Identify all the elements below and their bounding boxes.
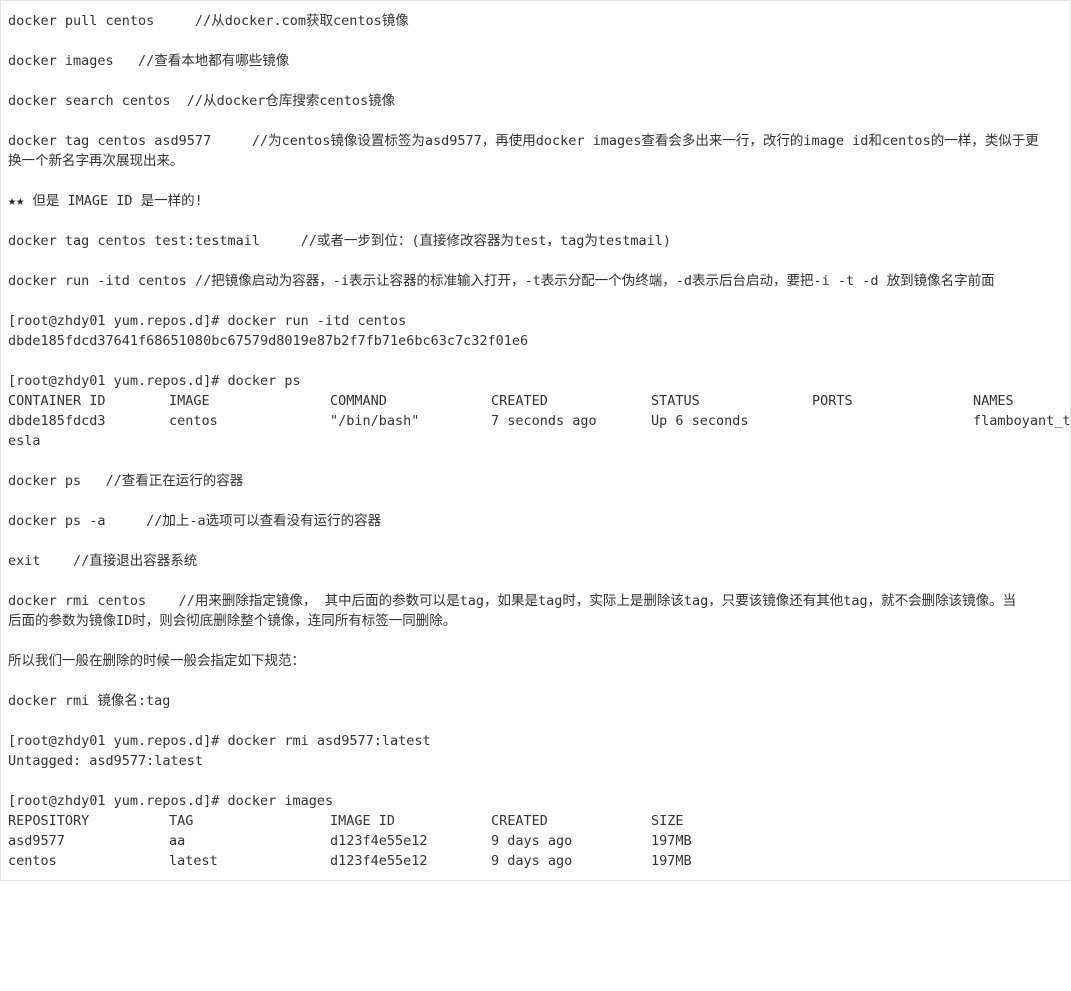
table-row: centos latest d123f4e55e12 9 days ago 19… [8,851,1070,871]
terminal-line: [root@zhdy01 yum.repos.d]# docker images [8,793,334,809]
table-header-cell: NAMES [973,393,1014,409]
star-icon: ★★ [8,193,25,209]
table-cell: d123f4e55e12 [330,833,428,849]
table-header-cell: COMMAND [330,393,387,409]
terminal-line: [root@zhdy01 yum.repos.d]# docker ps [8,373,301,389]
terminal-line: esla [8,433,41,449]
text-line: docker run -itd centos //把镜像启动为容器，-i表示让容… [8,273,995,289]
table-cell: 9 days ago [491,833,573,849]
text-line: docker rmi 镜像名:tag [8,693,171,709]
text-line: docker tag centos test:testmail //或者一步到位… [8,233,672,249]
table-cell: "/bin/bash" [330,413,420,429]
table-cell: 7 seconds ago [491,413,597,429]
table-header-cell: SIZE [651,813,684,829]
table-cell: aa [169,833,186,849]
terminal-line: [root@zhdy01 yum.repos.d]# docker rmi as… [8,733,431,749]
table-header-cell: CREATED [491,813,548,829]
note-text: 但是 IMAGE ID 是一样的! [24,193,203,209]
table-header-cell: REPOSITORY [8,813,90,829]
text-line: exit //直接退出容器系统 [8,553,198,569]
table-header-cell: TAG [169,813,194,829]
table-cell: d123f4e55e12 [330,853,428,869]
table-cell: dbde185fdcd3 [8,413,106,429]
table-row: asd9577 aa d123f4e55e12 9 days ago 197MB [8,831,1070,851]
table-cell: latest [169,853,218,869]
table-header-cell: STATUS [651,393,700,409]
table-cell: centos [169,413,218,429]
table-header-cell: PORTS [812,393,853,409]
text-line: docker search centos //从docker仓库搜索centos… [8,93,396,109]
text-line: 换一个新名字再次展现出来。 [8,153,184,169]
terminal-line: Untagged: asd9577:latest [8,753,204,769]
terminal-line: dbde185fdcd37641f68651080bc67579d8019e87… [8,333,529,349]
text-line: docker rmi centos //用来删除指定镜像， 其中后面的参数可以是… [8,593,1017,609]
note-line: ★★ 但是 IMAGE ID 是一样的! [8,191,1070,211]
table-header-cell: IMAGE [169,393,210,409]
text-line: docker ps -a //加上-a选项可以查看没有运行的容器 [8,513,382,529]
text-line: docker images //查看本地都有哪些镜像 [8,53,290,69]
ps-table-header: CONTAINER ID IMAGE COMMAND CREATED STATU… [8,391,1070,411]
table-cell: centos [8,853,57,869]
table-cell: asd9577 [8,833,65,849]
table-header-cell: CONTAINER ID [8,393,106,409]
terminal-line: [root@zhdy01 yum.repos.d]# docker run -i… [8,313,407,329]
table-row: dbde185fdcd3 centos "/bin/bash" 7 second… [8,411,1071,431]
table-cell: Up 6 seconds [651,413,749,429]
table-cell: 197MB [651,833,692,849]
text-line: 所以我们一般在删除的时候一般会指定如下规范： [8,653,305,669]
table-cell: 9 days ago [491,853,573,869]
table-cell: flamboyant_t [973,413,1071,429]
table-header-cell: CREATED [491,393,548,409]
table-header-cell: IMAGE ID [330,813,396,829]
text-line: docker pull centos //从docker.com获取centos… [8,13,409,29]
text-line: 后面的参数为镜像ID时，则会彻底删除整个镜像，连同所有标签一同删除。 [8,613,457,629]
table-cell: 197MB [651,853,692,869]
text-line: docker ps //查看正在运行的容器 [8,473,244,489]
images-table-header: REPOSITORY TAG IMAGE ID CREATED SIZE [8,811,1070,831]
text-line: docker tag centos asd9577 //为centos镜像设置标… [8,133,1039,149]
document-content: docker pull centos //从docker.com获取centos… [8,11,1071,871]
